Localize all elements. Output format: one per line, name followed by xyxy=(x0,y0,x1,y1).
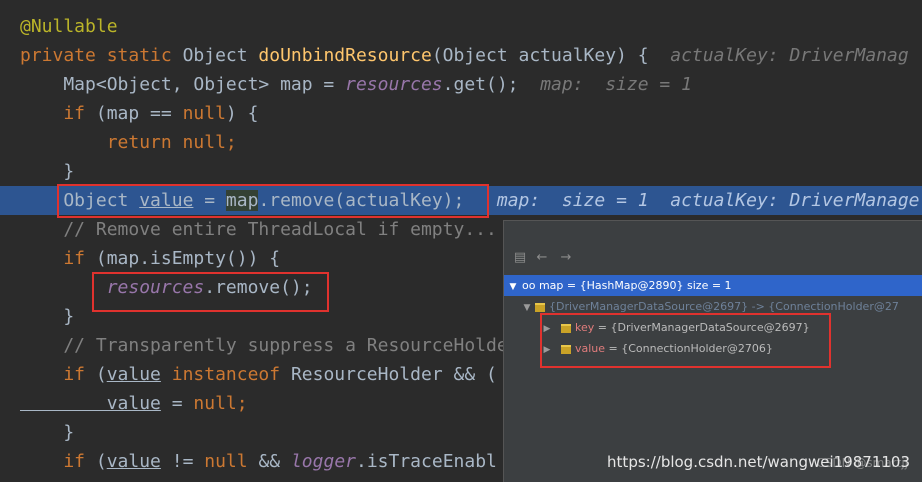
collapse-arrow-icon[interactable]: ▼ xyxy=(507,277,519,298)
code-line-5[interactable]: return null; xyxy=(0,128,922,157)
popup-toolbar: ▤ ← → xyxy=(504,221,922,273)
forward-arrow-icon[interactable]: → xyxy=(558,251,574,265)
tree-node-value[interactable]: ▶ value = {ConnectionHolder@2706} xyxy=(504,338,922,359)
debug-value-popup[interactable]: ▤ ← → ▼ oo map = {HashMap@2890} size = 1 … xyxy=(503,220,922,482)
watermark: https://blog.csdn.net/wangwei19871103 xyxy=(607,453,910,471)
expand-arrow-icon[interactable]: ▶ xyxy=(541,319,553,340)
back-arrow-icon[interactable]: ← xyxy=(534,251,550,265)
code-line-6[interactable]: } xyxy=(0,157,922,186)
stack-icon[interactable]: ▤ xyxy=(512,251,528,265)
field-icon xyxy=(535,302,545,312)
tree-node-key[interactable]: ▶ key = {DriverManagerDataSource@2697} xyxy=(504,317,922,338)
collapse-arrow-icon[interactable]: ▼ xyxy=(521,298,533,319)
annotation-nullable: @Nullable xyxy=(20,16,118,37)
inline-debug-hint: map: size = 1 xyxy=(540,74,692,95)
tree-node-entry[interactable]: ▼ {DriverManagerDataSource@2697} -> {Conn… xyxy=(504,296,922,317)
code-line-3[interactable]: Map<Object, Object> map = resources.get(… xyxy=(0,70,922,99)
expand-arrow-icon[interactable]: ▶ xyxy=(541,340,553,361)
inline-debug-hint: map: size = 1 actualKey: DriverManage xyxy=(496,190,920,211)
field-icon xyxy=(561,323,571,333)
code-line-2[interactable]: private static Object doUnbindResource(O… xyxy=(0,41,922,70)
field-icon xyxy=(561,344,571,354)
inline-debug-hint: actualKey: DriverManag xyxy=(670,45,909,66)
tree-node-map[interactable]: ▼ oo map = {HashMap@2890} size = 1 xyxy=(504,275,922,296)
code-line-1[interactable]: @Nullable xyxy=(0,12,922,41)
method-name: doUnbindResource xyxy=(258,45,432,66)
code-line-7-current[interactable]: Object value = map.remove(actualKey); ma… xyxy=(0,186,922,215)
code-line-4[interactable]: if (map == null) { xyxy=(0,99,922,128)
